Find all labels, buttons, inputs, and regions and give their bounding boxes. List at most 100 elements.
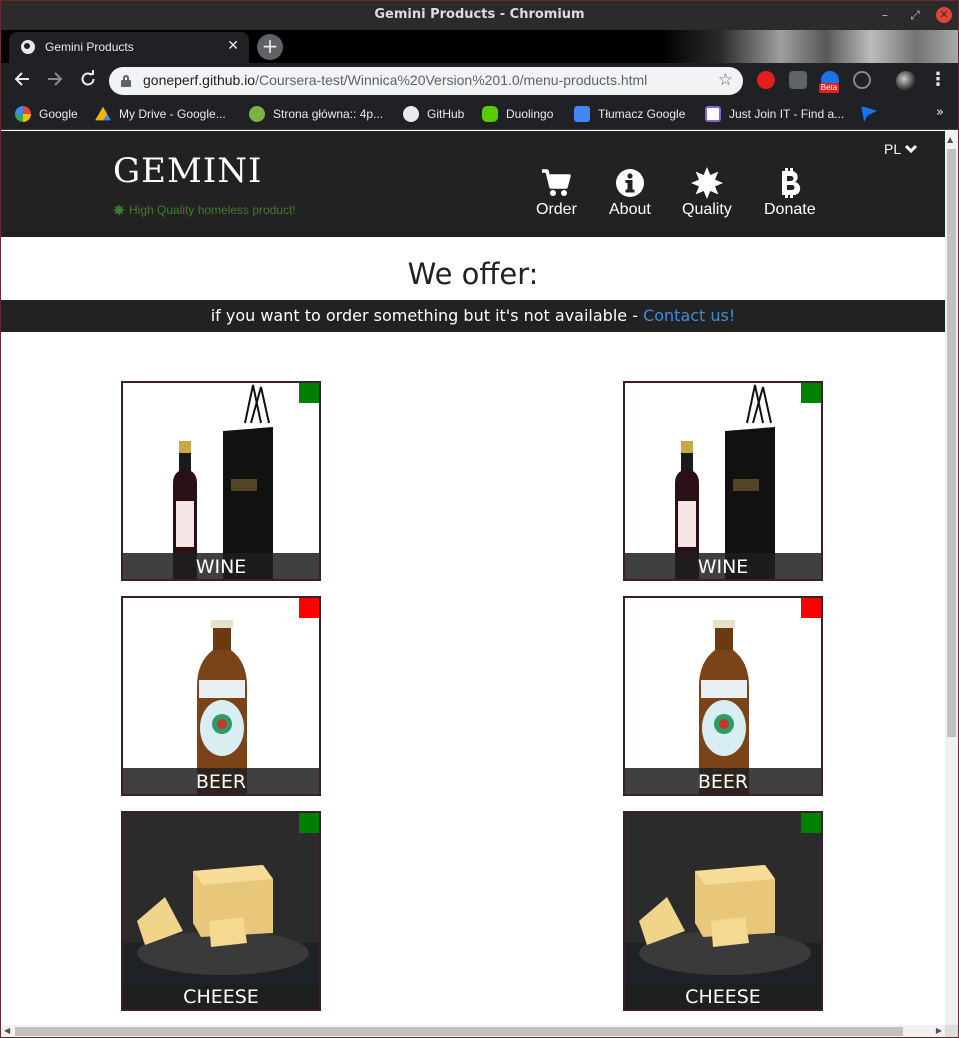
cheese-image: [123, 813, 319, 1009]
nav-label: Order: [536, 201, 577, 218]
duolingo-icon: [482, 106, 498, 122]
page-title: We offer:: [407, 257, 539, 291]
bookmark-label: Strona główna:: 4p...: [273, 107, 384, 121]
back-icon[interactable]: [11, 70, 33, 92]
forward-icon[interactable]: [44, 70, 66, 92]
nav-order[interactable]: Order: [536, 167, 577, 219]
bitcoin-icon: [781, 168, 800, 198]
site-header: GEMINI High Quality homeless product! PL…: [1, 131, 945, 237]
url-host: goneperf.github.io: [143, 72, 256, 88]
banner-text: if you want to order something but it's …: [210, 306, 644, 325]
bookmark-strona-glowna[interactable]: Strona główna:: 4p...: [249, 105, 383, 123]
close-window-icon[interactable]: ✕: [936, 7, 952, 23]
product-name: CHEESE: [123, 983, 319, 1009]
justjoin-icon: [705, 106, 721, 122]
product-name: CHEESE: [625, 983, 821, 1009]
bookmark-label: Duolingo: [506, 107, 554, 121]
product-name: BEER: [123, 768, 319, 794]
reload-icon[interactable]: [77, 70, 99, 92]
browser-window: Gemini Products - Chromium – ⤢ ✕ Gemini …: [0, 0, 959, 1038]
product-name: BEER: [625, 768, 821, 794]
nav-about[interactable]: About: [609, 167, 651, 219]
theme-background: [661, 30, 958, 63]
beer-image: [625, 598, 821, 794]
url-path: /Coursera-test/Winnica%20Version%201.0/m…: [255, 72, 648, 88]
bookmark-star-icon[interactable]: ☆: [718, 70, 733, 90]
vertical-scrollbar[interactable]: ▲: [945, 131, 958, 1025]
bookmark-duolingo[interactable]: Duolingo: [482, 105, 553, 123]
bookmark-just-join-it[interactable]: Just Join IT - Find a...: [705, 105, 844, 123]
product-tile-cheese[interactable]: CHEESE: [121, 811, 321, 1011]
cheese-image: [625, 813, 821, 1009]
availability-indicator: [801, 598, 821, 618]
address-bar[interactable]: goneperf.github.io/Coursera-test/Winnica…: [109, 67, 743, 95]
close-tab-icon[interactable]: ✕: [227, 38, 239, 54]
maximize-icon[interactable]: ⤢: [907, 7, 923, 23]
wine-image: [625, 383, 821, 579]
lock-icon[interactable]: [121, 75, 131, 87]
scroll-right-arrow-icon[interactable]: ▶: [936, 1026, 942, 1035]
vertical-scroll-thumb[interactable]: [947, 149, 956, 737]
tab-gemini-products[interactable]: Gemini Products ✕: [9, 32, 249, 63]
new-tab-button[interactable]: +: [257, 34, 283, 60]
bookmarks-overflow-icon[interactable]: »: [936, 105, 944, 120]
minimize-icon[interactable]: –: [877, 7, 893, 23]
bookmark-github[interactable]: GitHub: [403, 105, 464, 123]
site-tagline: High Quality homeless product!: [113, 203, 296, 217]
availability-indicator: [801, 813, 821, 833]
google-icon: [15, 106, 31, 122]
flag-icon: [861, 106, 877, 122]
product-name: WINE: [123, 553, 319, 579]
history-extension-icon[interactable]: [853, 71, 871, 89]
bookmark-my-drive[interactable]: My Drive - Google...: [95, 105, 226, 123]
language-label: PL: [884, 141, 902, 157]
leaf-icon: [249, 106, 265, 122]
scroll-up-arrow-icon[interactable]: ▲: [947, 135, 953, 144]
info-icon: [615, 169, 644, 197]
nav-donate[interactable]: Donate: [764, 167, 816, 219]
contact-us-link[interactable]: Contact us!: [643, 306, 735, 325]
drive-icon: [95, 106, 111, 121]
nav-label: Donate: [764, 201, 816, 218]
burst-icon: [113, 204, 125, 216]
window-title: Gemini Products - Chromium: [374, 7, 585, 22]
burst-icon: [690, 167, 723, 199]
horizontal-scroll-thumb[interactable]: [15, 1027, 903, 1036]
browser-toolbar: goneperf.github.io/Coursera-test/Winnica…: [1, 63, 958, 99]
product-tile-cheese[interactable]: CHEESE: [623, 811, 823, 1011]
product-tile-beer[interactable]: BEER: [121, 596, 321, 796]
horizontal-scrollbar[interactable]: ◀ ▶: [1, 1025, 945, 1037]
beta-badge: Beta: [819, 83, 839, 93]
product-name: WINE: [625, 553, 821, 579]
site-brand[interactable]: GEMINI: [113, 151, 262, 191]
url-text[interactable]: goneperf.github.io/Coursera-test/Winnica…: [143, 72, 647, 88]
chevron-down-icon: [905, 144, 918, 154]
language-selector[interactable]: PL: [884, 141, 918, 157]
availability-indicator: [299, 383, 319, 403]
robot-extension-icon[interactable]: [789, 71, 807, 89]
product-tile-wine[interactable]: WINE: [121, 381, 321, 581]
menu-kebab-icon[interactable]: ⋮: [929, 69, 947, 90]
availability-indicator: [299, 813, 319, 833]
product-tile-beer[interactable]: BEER: [623, 596, 823, 796]
github-icon: [403, 106, 419, 122]
nav-quality[interactable]: Quality: [682, 167, 732, 219]
contact-banner: if you want to order something but it's …: [1, 300, 945, 332]
translate-icon: [574, 106, 590, 122]
page-viewport: GEMINI High Quality homeless product! PL…: [1, 131, 945, 1025]
scrollbar-corner: [945, 1025, 958, 1037]
adblock-extension-icon[interactable]: [757, 71, 775, 89]
tab-strip: Gemini Products ✕ +: [1, 30, 958, 63]
bookmark-google[interactable]: Google: [15, 105, 78, 123]
product-tile-wine[interactable]: WINE: [623, 381, 823, 581]
bookmark-label: My Drive - Google...: [119, 107, 226, 121]
wine-image: [123, 383, 319, 579]
bookmark-tlumacz-google[interactable]: Tłumacz Google: [574, 105, 685, 123]
globe-icon: [21, 40, 35, 54]
bookmark-label: Google: [39, 107, 78, 121]
profile-avatar[interactable]: [896, 71, 916, 91]
nav-label: About: [609, 201, 651, 218]
bookmark-label: GitHub: [427, 107, 465, 121]
scroll-left-arrow-icon[interactable]: ◀: [4, 1026, 10, 1035]
bookmark-flag[interactable]: [861, 105, 885, 123]
